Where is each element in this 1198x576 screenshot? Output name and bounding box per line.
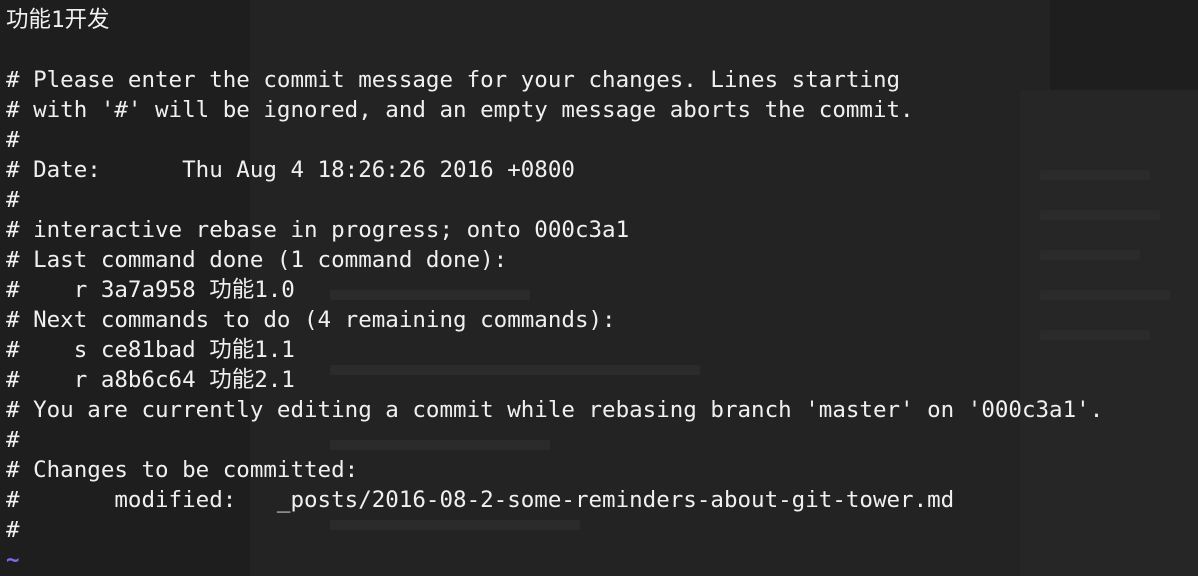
editing-status-line: # You are currently editing a commit whi… xyxy=(6,397,1104,423)
comment-line: # with '#' will be ignored, and an empty… xyxy=(6,97,914,123)
comment-line: # xyxy=(6,127,20,153)
vim-editor[interactable]: 功能1开发 # Please enter the commit message … xyxy=(0,0,1198,576)
date-comment-line: # Date: Thu Aug 4 18:26:26 2016 +0800 xyxy=(6,157,575,183)
comment-line: # xyxy=(6,517,20,543)
next-command-line: # r a8b6c64 功能2.1 xyxy=(6,367,295,393)
empty-line-tilde: ~ xyxy=(6,547,20,573)
last-command-header-line: # Last command done (1 command done): xyxy=(6,247,508,273)
modified-file-line: # modified: _posts/2016-08-2-some-remind… xyxy=(6,487,955,513)
next-commands-header-line: # Next commands to do (4 remaining comma… xyxy=(6,307,616,333)
last-command-line: # r 3a7a958 功能1.0 xyxy=(6,277,295,303)
comment-line: # xyxy=(6,427,20,453)
rebase-status-line: # interactive rebase in progress; onto 0… xyxy=(6,217,630,243)
commit-message-line[interactable]: 功能1开发 xyxy=(6,5,110,35)
next-command-line: # s ce81bad 功能1.1 xyxy=(6,337,295,363)
changes-header-line: # Changes to be committed: xyxy=(6,457,359,483)
comment-line: # Please enter the commit message for yo… xyxy=(6,67,901,93)
comment-line: # xyxy=(6,187,20,213)
